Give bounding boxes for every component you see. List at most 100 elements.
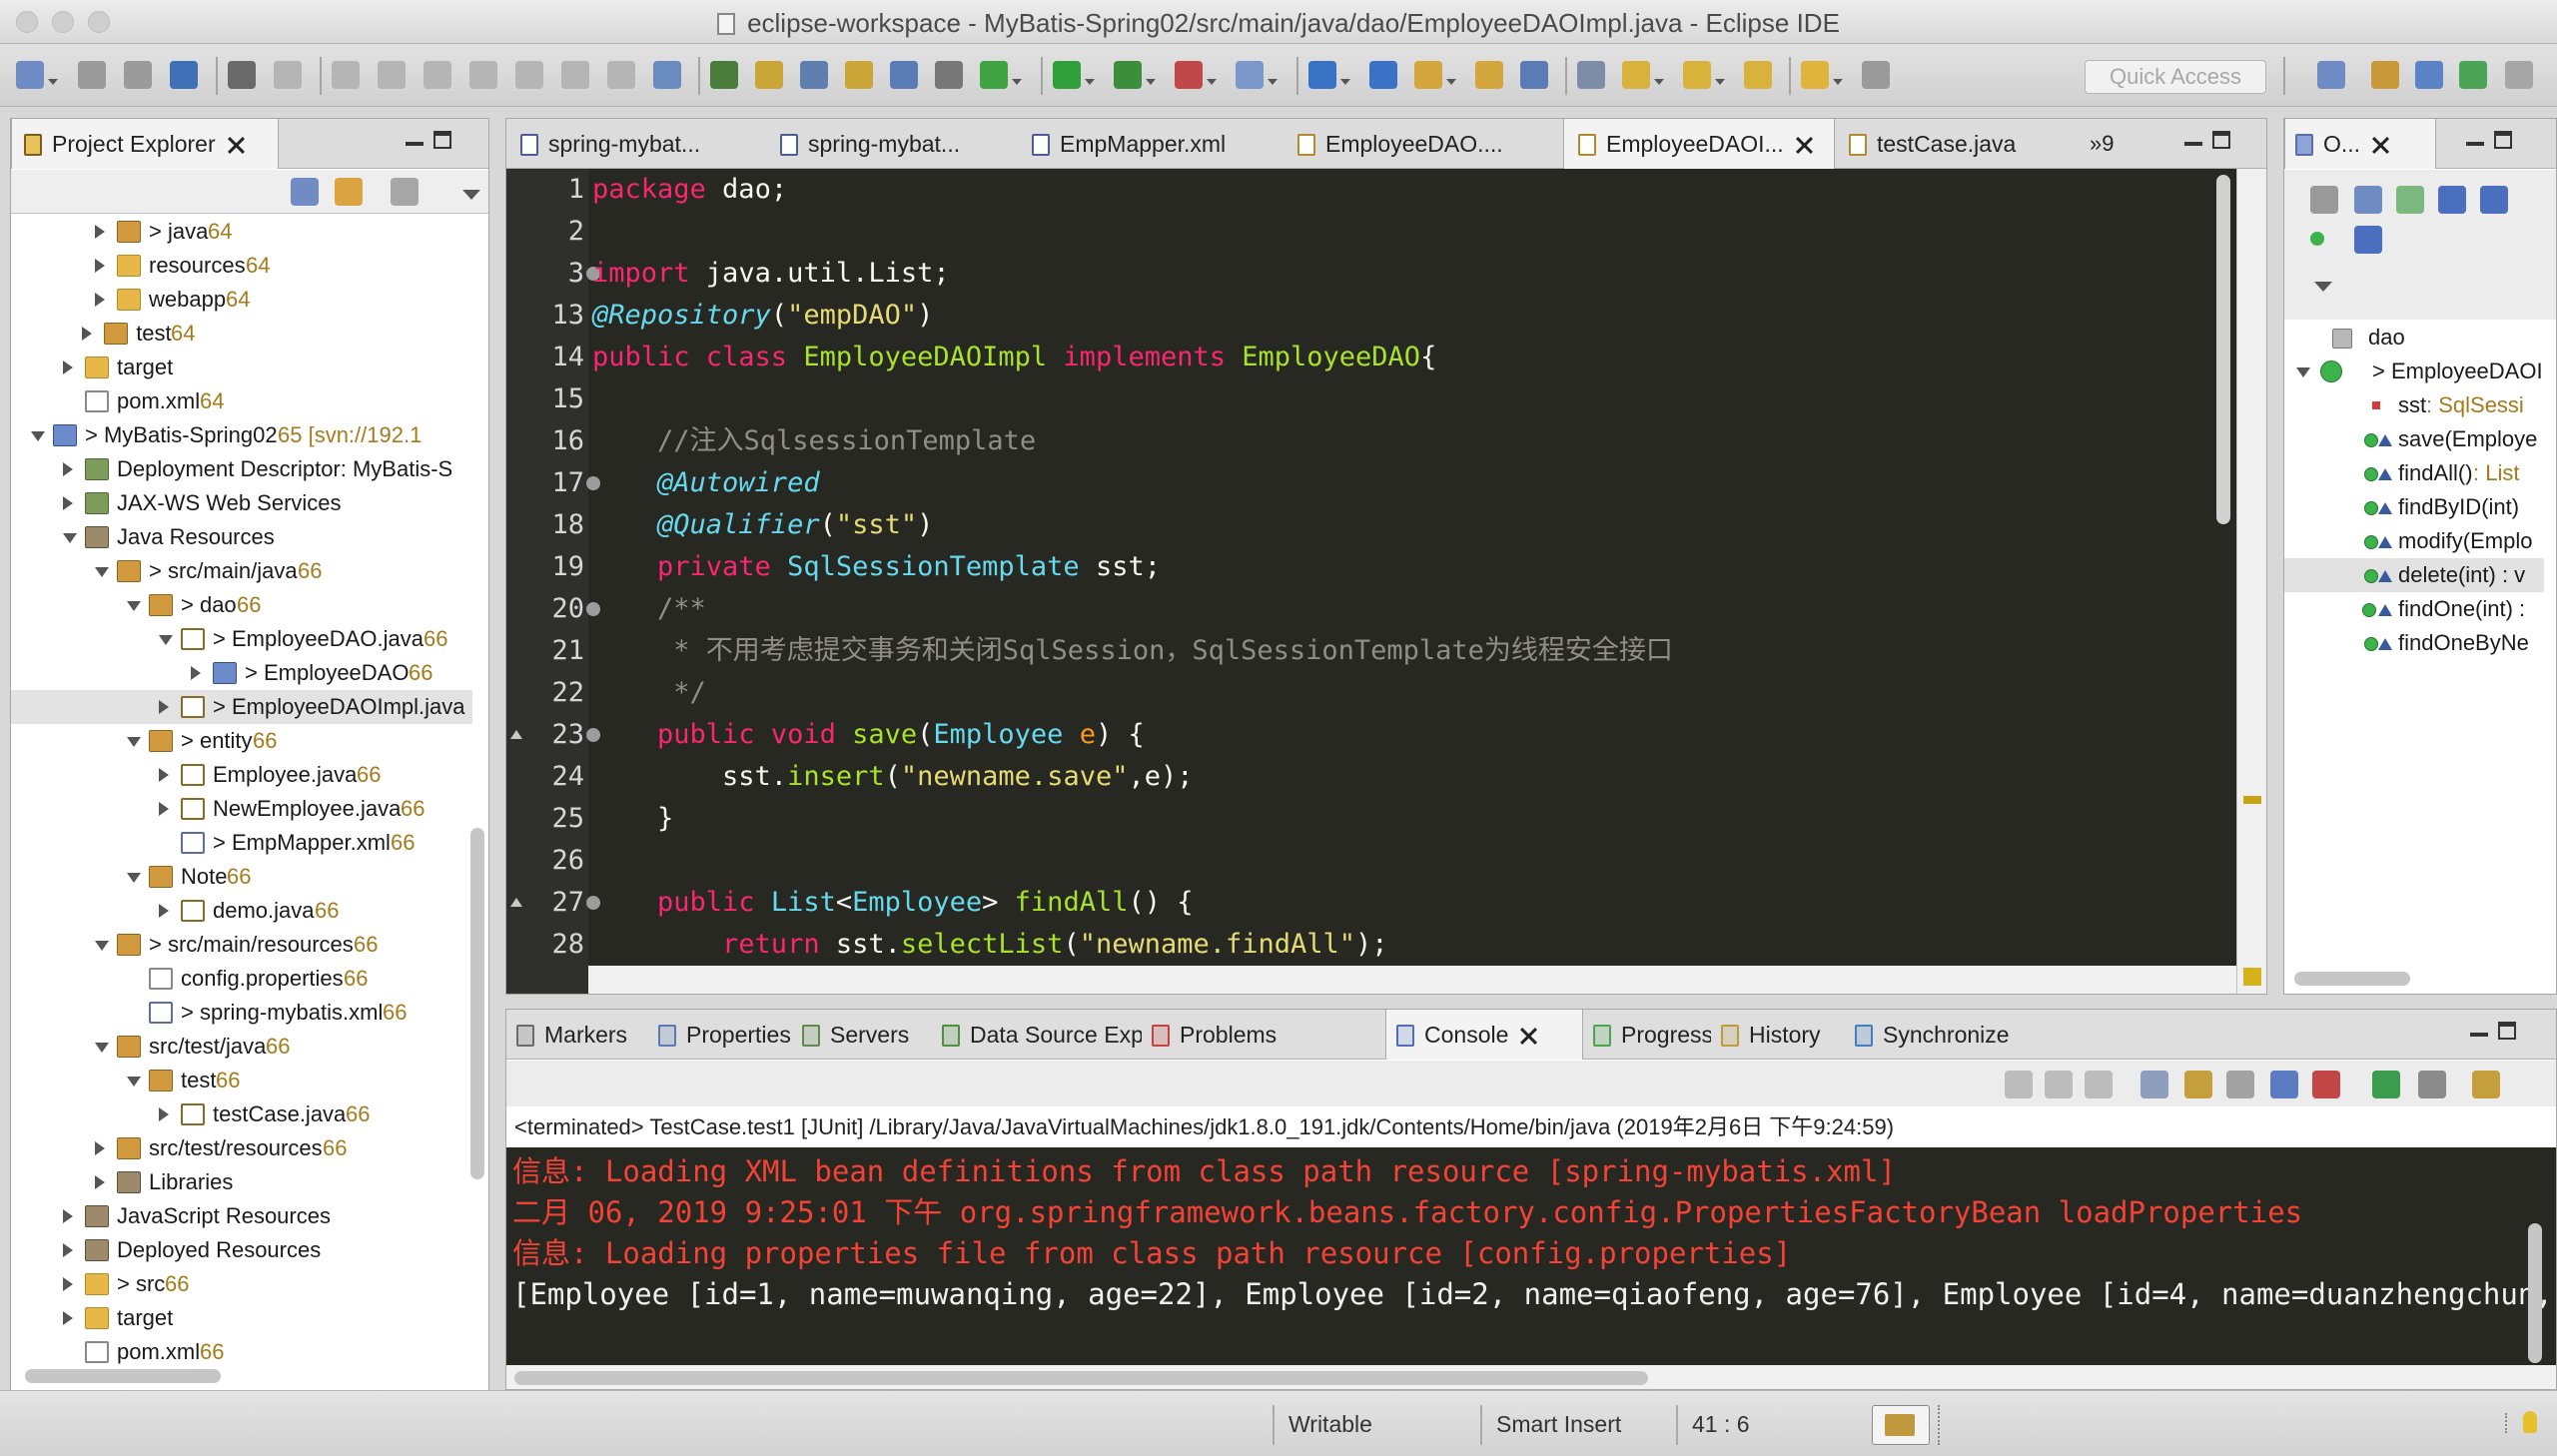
tree-item[interactable]: resources 64: [11, 249, 472, 283]
tree-item[interactable]: NewEmployee.java 66: [11, 792, 472, 826]
maximize-icon[interactable]: [2498, 1022, 2516, 1040]
web-browser-icon[interactable]: [1520, 61, 1548, 89]
expand-arrow-icon[interactable]: [63, 361, 73, 374]
tab-history[interactable]: History: [1711, 1010, 1845, 1060]
collapse-all-icon[interactable]: [2310, 186, 2338, 214]
debug-icon[interactable]: [980, 61, 1008, 89]
remove-launch-icon[interactable]: [2045, 1071, 2073, 1098]
show-console-on-error-icon[interactable]: [2312, 1071, 2340, 1098]
remove-all-icon[interactable]: [2085, 1071, 2113, 1098]
collapse-arrow-icon[interactable]: [95, 567, 109, 577]
back-icon[interactable]: [1801, 61, 1829, 89]
show-whitespace-icon[interactable]: [935, 61, 963, 89]
expand-arrow-icon[interactable]: [159, 768, 169, 782]
close-icon[interactable]: [1796, 137, 1812, 153]
external-tools-icon[interactable]: [1175, 61, 1203, 89]
expand-arrow-icon[interactable]: [63, 1243, 73, 1257]
dropdown-arrow-icon[interactable]: [1833, 79, 1843, 85]
collapse-arrow-icon[interactable]: [31, 431, 45, 441]
new-icon[interactable]: [16, 61, 44, 89]
dropdown-arrow-icon[interactable]: [1446, 79, 1456, 85]
team-perspective-icon[interactable]: [2505, 61, 2533, 89]
tab-properties[interactable]: Properties: [648, 1010, 792, 1060]
filter-icon[interactable]: [391, 178, 419, 206]
collapse-arrow-icon[interactable]: [127, 1077, 141, 1087]
new-java-package-icon[interactable]: [1308, 61, 1336, 89]
editor-tab[interactable]: spring-mybat...: [506, 119, 766, 169]
tree-item[interactable]: src/test/resources 66: [11, 1131, 472, 1165]
collapse-arrow-icon[interactable]: [95, 941, 109, 951]
expand-arrow-icon[interactable]: [2296, 367, 2310, 377]
outline-member[interactable]: findOne(int) :: [2284, 592, 2544, 626]
dropdown-arrow-icon[interactable]: [1340, 79, 1350, 85]
pin-console-icon[interactable]: [2372, 1071, 2400, 1098]
more-tabs-indicator[interactable]: »9: [2090, 119, 2149, 169]
maximize-icon[interactable]: [433, 131, 451, 149]
expand-arrow-icon[interactable]: [95, 293, 105, 307]
minimize-icon[interactable]: [2184, 142, 2202, 146]
maximize-icon[interactable]: [2212, 131, 2230, 149]
resume-icon[interactable]: [274, 61, 302, 89]
java-perspective-icon[interactable]: [2415, 61, 2443, 89]
dropdown-arrow-icon[interactable]: [1085, 79, 1095, 85]
skip-breakpoints-icon[interactable]: [228, 61, 256, 89]
tree-item[interactable]: target: [11, 351, 472, 384]
perspective-open-icon[interactable]: [2317, 61, 2345, 89]
step-into-icon[interactable]: [469, 61, 497, 89]
tree-item[interactable]: testCase.java 66: [11, 1097, 472, 1131]
overview-marker[interactable]: [2243, 796, 2261, 804]
expand-arrow-icon[interactable]: [95, 225, 105, 239]
tree-item[interactable]: test 64: [11, 317, 472, 351]
display-selected-console-icon[interactable]: [2418, 1071, 2446, 1098]
outline-class-row[interactable]: > EmployeeDAOI: [2284, 355, 2544, 388]
progress-tray-button[interactable]: [1872, 1405, 1930, 1445]
new-server-icon[interactable]: [1236, 61, 1264, 89]
debug-perspective-icon[interactable]: [2459, 61, 2487, 89]
insert-mode-status[interactable]: Smart Insert: [1496, 1411, 1621, 1438]
tree-item[interactable]: > dao 66: [11, 588, 472, 622]
code-editor[interactable]: 1 2 3 13 14 15 16 17 18 19 20 21 22 23 24 25 26 27 28 pack…: [506, 169, 2266, 994]
dropdown-arrow-icon[interactable]: [1654, 79, 1664, 85]
tab-console[interactable]: Console: [1385, 1010, 1583, 1060]
expand-arrow-icon[interactable]: [82, 327, 93, 341]
tree-item[interactable]: > EmployeeDAOImpl.java: [11, 690, 472, 724]
forward-icon[interactable]: [1862, 61, 1890, 89]
coverage-icon[interactable]: [1114, 61, 1142, 89]
expand-arrow-icon[interactable]: [191, 666, 201, 680]
editor-tab[interactable]: testCase.java: [1835, 119, 2077, 169]
drop-to-frame-icon[interactable]: [607, 61, 635, 89]
next-annotation-icon[interactable]: [1622, 61, 1650, 89]
open-console-icon[interactable]: [2472, 1071, 2500, 1098]
tree-item[interactable]: Note 66: [11, 860, 472, 894]
toggle-block-icon[interactable]: [890, 61, 918, 89]
outline-member[interactable]: delete(int) : v: [2284, 558, 2544, 592]
expand-arrow-icon[interactable]: [95, 1141, 105, 1155]
suspend-icon[interactable]: [332, 61, 360, 89]
expand-arrow-icon[interactable]: [95, 259, 105, 273]
tree-item[interactable]: > EmployeeDAO 66: [11, 656, 472, 690]
expand-arrow-icon[interactable]: [95, 1175, 105, 1189]
link-with-editor-icon[interactable]: [335, 178, 363, 206]
dropdown-arrow-icon[interactable]: [1146, 79, 1156, 85]
outline-member[interactable]: sst : SqlSessi: [2284, 388, 2544, 422]
toggle-mark-occurrences-icon[interactable]: [755, 61, 783, 89]
tree-item[interactable]: > src 66: [11, 1267, 472, 1301]
outline-member[interactable]: save(Employe: [2284, 422, 2544, 456]
expand-arrow-icon[interactable]: [159, 1107, 169, 1121]
collapse-arrow-icon[interactable]: [127, 601, 141, 611]
hide-fields-icon[interactable]: [2396, 186, 2424, 214]
outline-member[interactable]: findAll() : List: [2284, 456, 2544, 490]
dropdown-arrow-icon[interactable]: [1268, 79, 1278, 85]
collapse-arrow-icon[interactable]: [159, 635, 173, 645]
tree-item[interactable]: config.properties 66: [11, 962, 472, 996]
close-icon[interactable]: [1520, 1028, 1536, 1044]
word-wrap-icon[interactable]: [2226, 1071, 2254, 1098]
open-task-icon[interactable]: [845, 61, 873, 89]
override-marker-icon[interactable]: [510, 730, 522, 739]
outline-view-menu-icon[interactable]: [2314, 282, 2332, 292]
dropdown-arrow-icon[interactable]: [48, 79, 58, 85]
step-return-icon[interactable]: [561, 61, 589, 89]
disconnect-icon[interactable]: [424, 61, 451, 89]
highlight-icon[interactable]: [800, 61, 828, 89]
show-members-icon[interactable]: [2310, 232, 2324, 246]
